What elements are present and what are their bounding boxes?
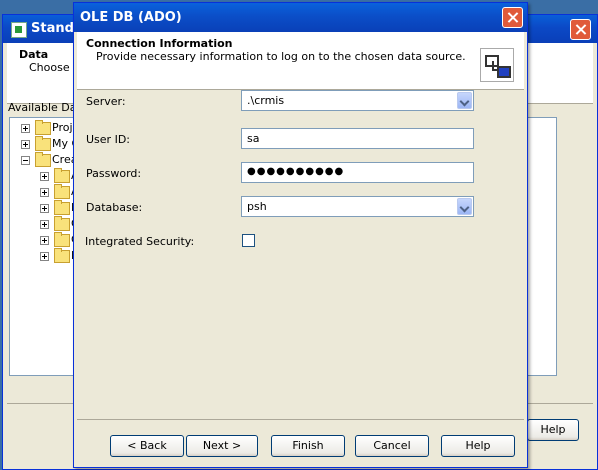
dialog-title: OLE DB (ADO) xyxy=(80,10,182,25)
next-button[interactable]: Next > xyxy=(186,435,258,457)
folder-icon xyxy=(54,184,70,199)
folder-icon xyxy=(54,200,70,215)
dialog-title-bar[interactable]: OLE DB (ADO) xyxy=(74,3,527,32)
expand-icon[interactable] xyxy=(40,252,49,261)
folder-icon xyxy=(54,168,70,183)
database-value: psh xyxy=(247,200,267,213)
dialog-header: Connection Information Provide necessary… xyxy=(77,32,524,90)
chevron-down-icon[interactable] xyxy=(457,92,472,109)
password-label: Password: xyxy=(86,167,142,180)
dialog-close-button[interactable] xyxy=(502,7,523,28)
user-id-field[interactable]: sa xyxy=(241,128,474,149)
integrated-security-label: Integrated Security: xyxy=(85,235,195,248)
expand-icon[interactable] xyxy=(21,140,30,149)
expand-icon[interactable] xyxy=(40,172,49,181)
server-combobox[interactable]: .\crmis xyxy=(241,90,474,111)
background-header-title: Data xyxy=(19,48,49,61)
background-help-button[interactable]: Help xyxy=(527,419,579,441)
connection-icon xyxy=(480,48,514,82)
password-value: ●●●●●●●●●● xyxy=(247,166,345,177)
database-combobox[interactable]: psh xyxy=(241,196,474,217)
server-label: Server: xyxy=(86,95,126,108)
cancel-button[interactable]: Cancel xyxy=(355,435,429,457)
database-label: Database: xyxy=(86,201,143,214)
user-id-value: sa xyxy=(247,132,260,145)
help-button[interactable]: Help xyxy=(441,435,515,457)
dialog-divider xyxy=(77,419,524,420)
dialog-header-title: Connection Information xyxy=(86,37,233,50)
back-button[interactable]: < Back xyxy=(110,435,184,457)
folder-icon xyxy=(54,232,70,247)
dialog-header-subtitle: Provide necessary information to log on … xyxy=(96,50,466,63)
background-close-button[interactable] xyxy=(570,19,591,40)
folder-icon xyxy=(54,248,70,263)
collapse-icon[interactable] xyxy=(21,156,30,165)
expand-icon[interactable] xyxy=(40,204,49,213)
chevron-down-icon[interactable] xyxy=(457,198,472,215)
expand-icon[interactable] xyxy=(40,220,49,229)
folder-icon xyxy=(35,136,51,151)
folder-icon xyxy=(35,120,51,135)
password-field[interactable]: ●●●●●●●●●● xyxy=(241,162,474,183)
expand-icon[interactable] xyxy=(21,124,30,133)
expand-icon[interactable] xyxy=(40,236,49,245)
app-icon xyxy=(11,22,27,38)
server-value: .\crmis xyxy=(247,94,285,107)
expand-icon[interactable] xyxy=(40,188,49,197)
integrated-security-checkbox[interactable] xyxy=(242,234,255,247)
user-id-label: User ID: xyxy=(86,133,130,146)
ole-db-dialog: OLE DB (ADO) Connection Information Prov… xyxy=(73,2,528,468)
folder-icon xyxy=(54,216,70,231)
finish-button[interactable]: Finish xyxy=(271,435,345,457)
folder-icon xyxy=(35,152,51,167)
